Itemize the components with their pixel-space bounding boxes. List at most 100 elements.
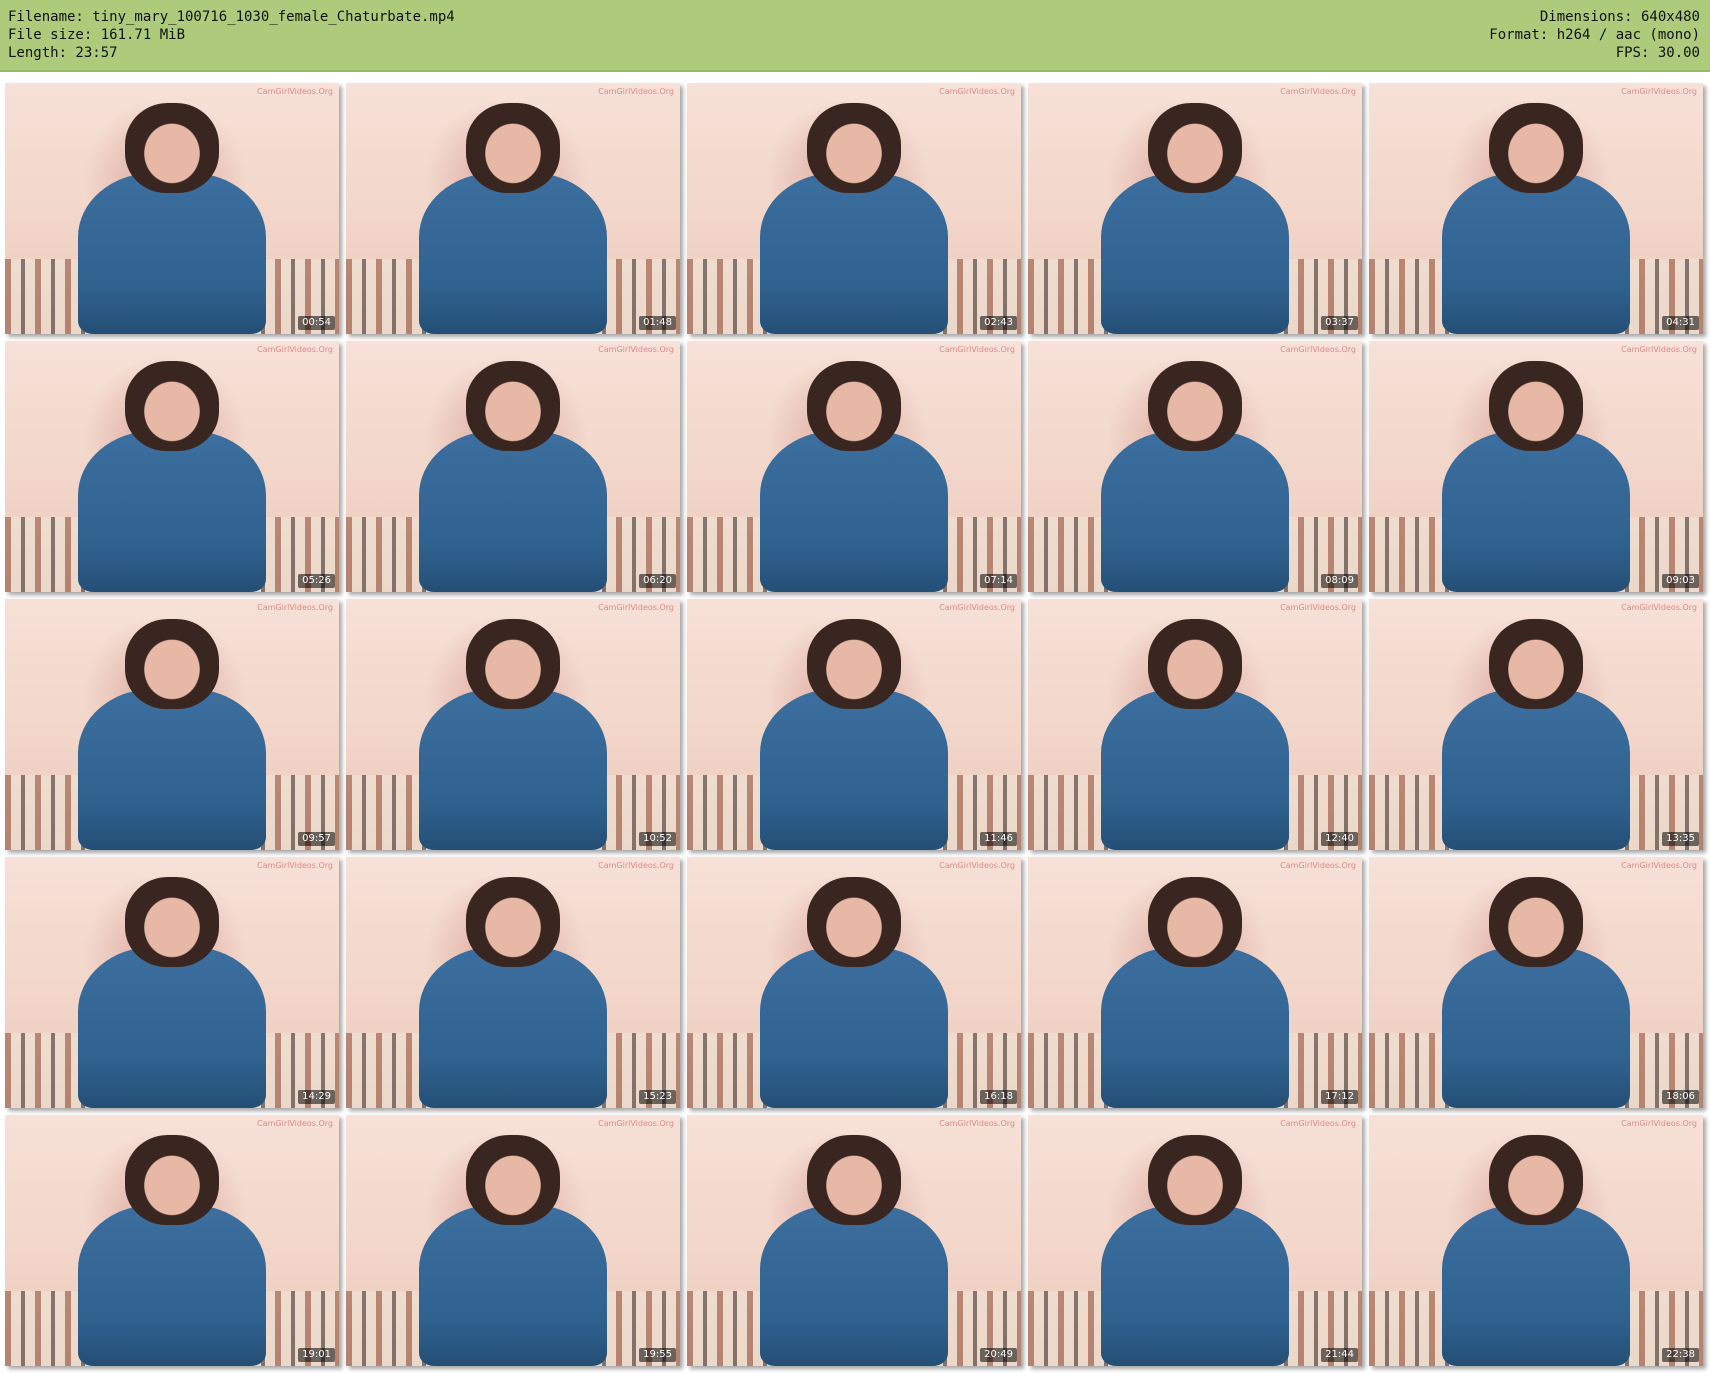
head-silhouette [1148, 361, 1242, 452]
thumbnail-frame: CamGirlVideos.Org 14:29 [5, 857, 339, 1108]
head-silhouette [125, 1135, 219, 1226]
thumbnail-frame: CamGirlVideos.Org 09:57 [5, 599, 339, 850]
watermark-text: CamGirlVideos.Org [257, 1119, 333, 1128]
head-silhouette [466, 877, 560, 968]
timestamp-label: 09:03 [1662, 574, 1699, 588]
blue-shirt-figure [760, 947, 948, 1108]
head-silhouette [807, 619, 901, 710]
watermark-text: CamGirlVideos.Org [939, 861, 1015, 870]
blue-shirt-figure [78, 431, 266, 592]
length-text: Length: 23:57 [8, 45, 118, 61]
watermark-text: CamGirlVideos.Org [939, 87, 1015, 96]
thumbnail-frame: CamGirlVideos.Org 18:06 [1369, 857, 1703, 1108]
thumbnail-grid: CamGirlVideos.Org 00:54 CamGirlVideos.Org 0… [5, 83, 1705, 1366]
timestamp-label: 02:43 [980, 316, 1017, 330]
timestamp-label: 19:01 [298, 1348, 335, 1362]
head-silhouette [1489, 619, 1583, 710]
watermark-text: CamGirlVideos.Org [1280, 87, 1356, 96]
watermark-text: CamGirlVideos.Org [939, 603, 1015, 612]
head-silhouette [1489, 361, 1583, 452]
filesize-text: File size: 161.71 MiB [8, 27, 186, 43]
watermark-text: CamGirlVideos.Org [1280, 603, 1356, 612]
head-silhouette [1148, 103, 1242, 194]
timestamp-label: 01:48 [639, 316, 676, 330]
metadata-right: Dimensions: 640x480 Format: h264 / aac (… [1489, 8, 1700, 62]
timestamp-label: 06:20 [639, 574, 676, 588]
watermark-text: CamGirlVideos.Org [1280, 861, 1356, 870]
timestamp-label: 16:18 [980, 1090, 1017, 1104]
blue-shirt-figure [1101, 1205, 1289, 1366]
timestamp-label: 11:46 [980, 832, 1017, 846]
head-silhouette [807, 103, 901, 194]
thumbnail-frame: CamGirlVideos.Org 03:37 [1028, 83, 1362, 334]
watermark-text: CamGirlVideos.Org [257, 87, 333, 96]
blue-shirt-figure [1101, 431, 1289, 592]
blue-shirt-figure [419, 1205, 607, 1366]
timestamp-label: 12:40 [1321, 832, 1358, 846]
thumbnail-frame: CamGirlVideos.Org 02:43 [687, 83, 1021, 334]
blue-shirt-figure [760, 689, 948, 850]
timestamp-label: 17:12 [1321, 1090, 1358, 1104]
head-silhouette [466, 103, 560, 194]
blue-shirt-figure [760, 1205, 948, 1366]
thumbnail-frame: CamGirlVideos.Org 04:31 [1369, 83, 1703, 334]
thumbnail-frame: CamGirlVideos.Org 10:52 [346, 599, 680, 850]
watermark-text: CamGirlVideos.Org [1621, 345, 1697, 354]
head-silhouette [1148, 1135, 1242, 1226]
head-silhouette [466, 361, 560, 452]
timestamp-label: 20:49 [980, 1348, 1017, 1362]
watermark-text: CamGirlVideos.Org [1621, 1119, 1697, 1128]
timestamp-label: 04:31 [1662, 316, 1699, 330]
watermark-text: CamGirlVideos.Org [598, 861, 674, 870]
head-silhouette [1489, 103, 1583, 194]
watermark-text: CamGirlVideos.Org [257, 603, 333, 612]
head-silhouette [807, 361, 901, 452]
timestamp-label: 07:14 [980, 574, 1017, 588]
head-silhouette [466, 619, 560, 710]
blue-shirt-figure [1442, 947, 1630, 1108]
head-silhouette [125, 103, 219, 194]
blue-shirt-figure [419, 173, 607, 334]
watermark-text: CamGirlVideos.Org [598, 87, 674, 96]
blue-shirt-figure [1101, 173, 1289, 334]
thumbnail-frame: CamGirlVideos.Org 07:14 [687, 341, 1021, 592]
watermark-text: CamGirlVideos.Org [939, 1119, 1015, 1128]
timestamp-label: 15:23 [639, 1090, 676, 1104]
blue-shirt-figure [78, 1205, 266, 1366]
head-silhouette [125, 877, 219, 968]
blue-shirt-figure [419, 947, 607, 1108]
timestamp-label: 22:38 [1662, 1348, 1699, 1362]
fps-text: FPS: 30.00 [1615, 45, 1700, 61]
watermark-text: CamGirlVideos.Org [257, 861, 333, 870]
timestamp-label: 13:35 [1662, 832, 1699, 846]
thumbnail-frame: CamGirlVideos.Org 17:12 [1028, 857, 1362, 1108]
blue-shirt-figure [78, 173, 266, 334]
metadata-left: Filename: tiny_mary_100716_1030_female_C… [8, 8, 455, 62]
watermark-text: CamGirlVideos.Org [1621, 861, 1697, 870]
timestamp-label: 09:57 [298, 832, 335, 846]
head-silhouette [1489, 877, 1583, 968]
metadata-header: Filename: tiny_mary_100716_1030_female_C… [0, 0, 1710, 72]
thumbnail-frame: CamGirlVideos.Org 19:01 [5, 1115, 339, 1366]
thumbnail-frame: CamGirlVideos.Org 16:18 [687, 857, 1021, 1108]
watermark-text: CamGirlVideos.Org [939, 345, 1015, 354]
thumbnail-frame: CamGirlVideos.Org 20:49 [687, 1115, 1021, 1366]
timestamp-label: 00:54 [298, 316, 335, 330]
watermark-text: CamGirlVideos.Org [1280, 1119, 1356, 1128]
timestamp-label: 08:09 [1321, 574, 1358, 588]
filename-text: Filename: tiny_mary_100716_1030_female_C… [8, 9, 455, 25]
blue-shirt-figure [1442, 431, 1630, 592]
blue-shirt-figure [1101, 689, 1289, 850]
watermark-text: CamGirlVideos.Org [598, 345, 674, 354]
head-silhouette [1148, 877, 1242, 968]
thumbnail-frame: CamGirlVideos.Org 21:44 [1028, 1115, 1362, 1366]
watermark-text: CamGirlVideos.Org [598, 1119, 674, 1128]
timestamp-label: 10:52 [639, 832, 676, 846]
format-text: Format: h264 / aac (mono) [1489, 27, 1700, 43]
timestamp-label: 05:26 [298, 574, 335, 588]
thumbnail-frame: CamGirlVideos.Org 08:09 [1028, 341, 1362, 592]
thumbnail-frame: CamGirlVideos.Org 22:38 [1369, 1115, 1703, 1366]
timestamp-label: 21:44 [1321, 1348, 1358, 1362]
dimensions-text: Dimensions: 640x480 [1539, 9, 1700, 25]
blue-shirt-figure [1442, 1205, 1630, 1366]
